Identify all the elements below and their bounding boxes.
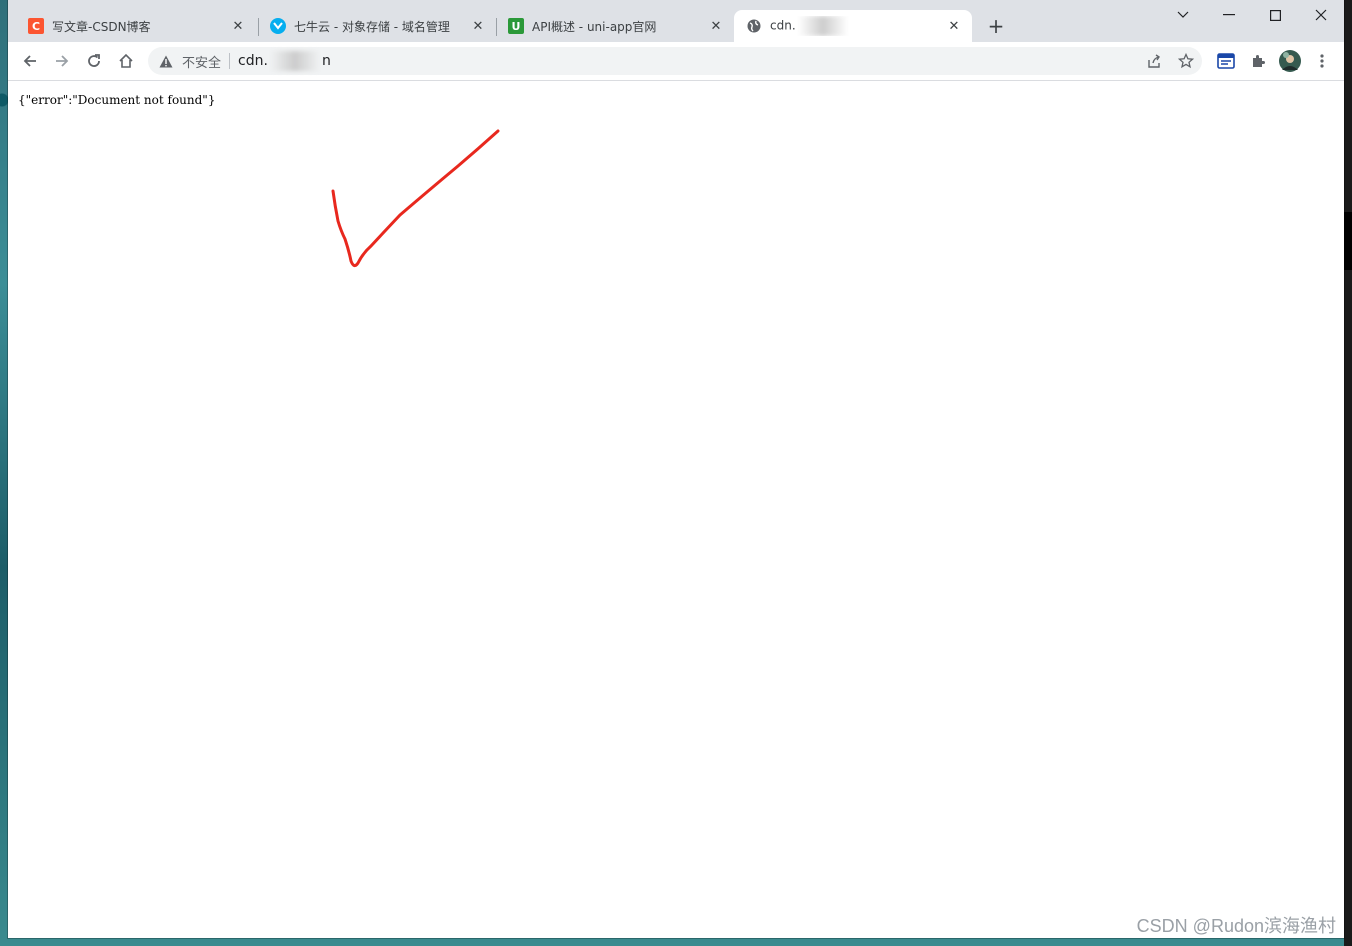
close-icon[interactable]: ✕ [230,18,246,34]
close-icon[interactable]: ✕ [946,18,962,34]
menu-icon[interactable] [1308,47,1336,75]
red-checkmark-annotation [331,129,500,268]
tab-strip: C 写文章-CSDN博客 ✕ 七牛云 - 对象存储 - 域名管理 ✕ U API… [8,0,1344,42]
warning-icon[interactable] [158,53,174,69]
reload-button[interactable] [80,47,108,75]
profile-avatar[interactable] [1276,47,1304,75]
forward-button[interactable] [48,47,76,75]
home-button[interactable] [112,47,140,75]
redacted-blur [269,51,320,71]
bookmark-star-icon[interactable] [1172,47,1200,75]
close-icon[interactable]: ✕ [708,18,724,34]
qiniu-icon [270,18,286,34]
browser-toolbar: 不安全 cdn. n [8,42,1344,81]
divider [229,53,231,69]
globe-icon [746,18,762,34]
maximize-button[interactable] [1252,4,1298,26]
csdn-icon: C [28,18,44,34]
minimize-button[interactable] [1206,4,1252,26]
redacted-blur [797,16,848,36]
desktop-edge [1344,0,1352,946]
tab-title: API概述 - uni-app官网 [532,19,657,34]
tab-search-icon[interactable] [1160,4,1206,26]
reading-list-icon[interactable] [1212,47,1240,75]
tab-title: 写文章-CSDN博客 [52,19,151,34]
close-icon[interactable]: ✕ [470,18,486,34]
tab-uniapp[interactable]: U API概述 - uni-app官网 ✕ [496,10,734,42]
new-tab-button[interactable]: + [984,14,1008,38]
tab-title: 七牛云 - 对象存储 - 域名管理 [294,19,450,34]
extensions-icon[interactable] [1244,47,1272,75]
url-text[interactable]: cdn. n [238,51,331,71]
watermark-text: CSDN @Rudon滨海渔村 [1136,916,1336,936]
uniapp-icon: U [508,18,524,34]
page-content: {"error":"Document not found"} [8,81,1344,938]
address-bar[interactable]: 不安全 cdn. n [148,47,1202,75]
tab-qiniu[interactable]: 七牛云 - 对象存储 - 域名管理 ✕ [258,10,496,42]
not-secure-label[interactable]: 不安全 [182,52,221,71]
share-icon[interactable] [1140,47,1168,75]
back-button[interactable] [16,47,44,75]
tab-title: cdn. [770,16,946,36]
tab-cdn-active[interactable]: cdn. ✕ [734,10,972,42]
close-window-button[interactable] [1298,4,1344,26]
tab-csdn[interactable]: C 写文章-CSDN博客 ✕ [16,10,256,42]
browser-window: C 写文章-CSDN博客 ✕ 七牛云 - 对象存储 - 域名管理 ✕ U API… [8,0,1344,938]
